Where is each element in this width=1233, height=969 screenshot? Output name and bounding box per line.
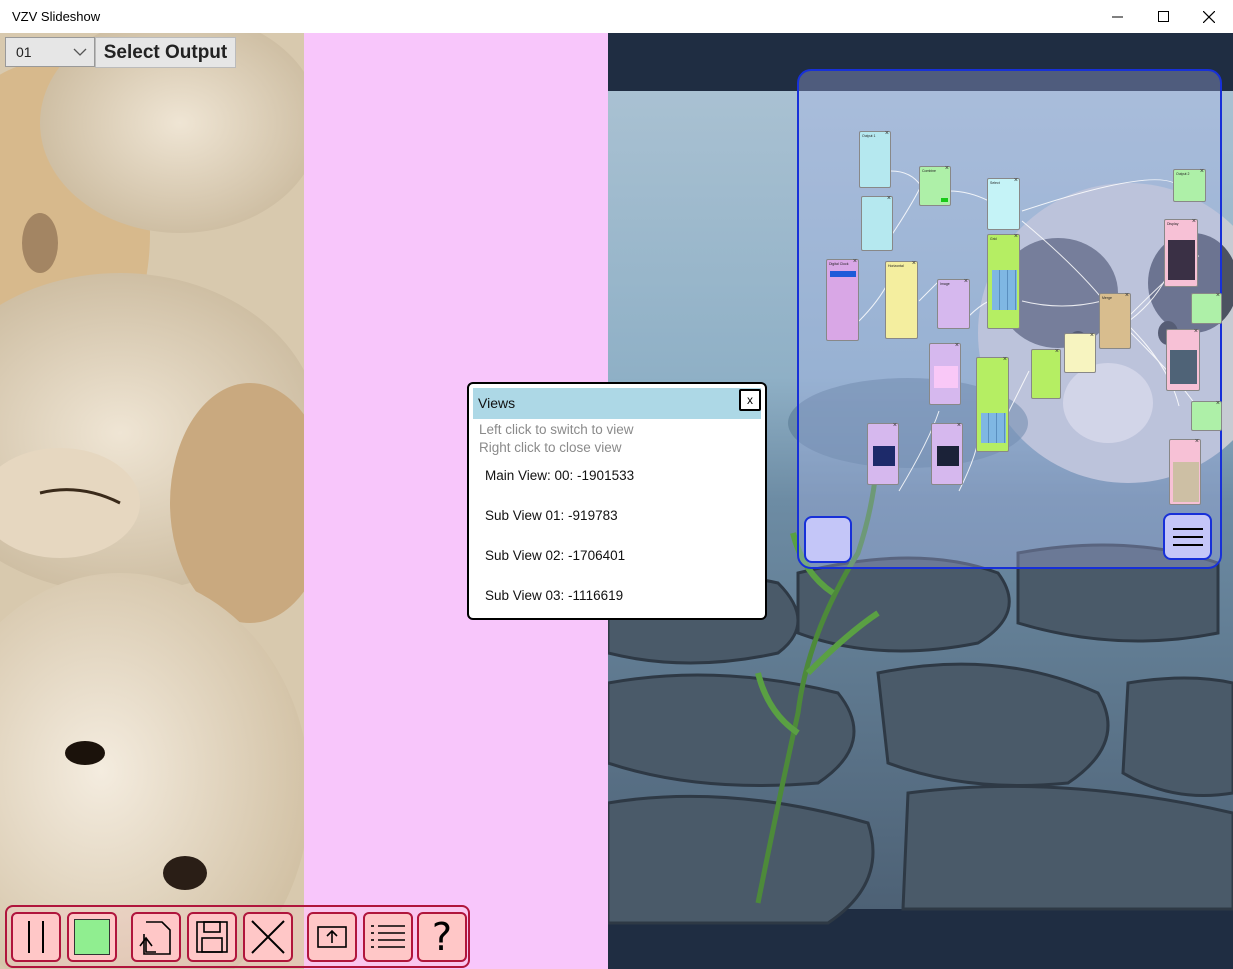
- node-merge-input[interactable]: ×: [1064, 332, 1096, 373]
- share-screen-icon: [317, 926, 347, 948]
- pause-icon: [28, 921, 44, 953]
- node-output-1b[interactable]: ×: [861, 195, 893, 251]
- view-item-sub-02[interactable]: Sub View 02: -1706401: [485, 548, 625, 563]
- title-bar: VZV Slideshow: [0, 0, 1233, 33]
- maximize-icon: [1157, 11, 1169, 22]
- node-display-3[interactable]: ×: [1169, 438, 1201, 505]
- select-output-button[interactable]: Select Output: [95, 37, 236, 68]
- node-display-2[interactable]: ×: [1166, 328, 1200, 391]
- view-item-sub-03[interactable]: Sub View 03: -1116619: [485, 588, 623, 603]
- help-button[interactable]: ?: [417, 912, 467, 962]
- maximize-button[interactable]: [1140, 0, 1186, 33]
- close-window-button[interactable]: [1186, 0, 1232, 33]
- node-grid-2[interactable]: ×: [1031, 348, 1061, 399]
- views-hint-left: Left click to switch to view: [479, 422, 634, 437]
- open-icon: [139, 921, 171, 955]
- bottom-toolbar: ?: [5, 905, 470, 968]
- window-title: VZV Slideshow: [12, 9, 101, 24]
- view-item-main[interactable]: Main View: 00: -1901533: [485, 468, 634, 483]
- node-horizontal[interactable]: × Horizontal: [885, 260, 918, 339]
- node-digital-clock[interactable]: × Digital Clock: [826, 258, 859, 341]
- node-image-1[interactable]: × Image: [937, 278, 970, 329]
- color-button[interactable]: [67, 912, 117, 962]
- minimize-icon: [1111, 16, 1123, 18]
- node-output-2[interactable]: × Output 2: [1173, 168, 1206, 202]
- left-output-image[interactable]: 01 Select Output: [0, 33, 304, 969]
- node-image-4[interactable]: ×: [931, 422, 963, 485]
- save-button[interactable]: [187, 912, 237, 962]
- output-button[interactable]: [307, 912, 357, 962]
- node-display-1[interactable]: × Display: [1164, 218, 1198, 287]
- minimize-button[interactable]: [1094, 0, 1140, 33]
- view-item-sub-01[interactable]: Sub View 01: -919783: [485, 508, 618, 523]
- puppies-image: [0, 33, 304, 969]
- chevron-down-icon: [73, 48, 87, 56]
- main-content: 01 Select Output × Output 1 × × Combine …: [0, 33, 1233, 969]
- list-icon: [371, 925, 405, 948]
- hamburger-icon: [1172, 527, 1203, 546]
- close-icon: [1203, 10, 1215, 23]
- open-folder-button[interactable]: [131, 912, 181, 962]
- node-output-3[interactable]: ×: [1191, 292, 1222, 324]
- views-hint-right: Right click to close view: [479, 440, 622, 455]
- node-merge[interactable]: × Merge: [1099, 292, 1131, 349]
- node-select[interactable]: × Select: [987, 177, 1020, 230]
- node-output-4[interactable]: ×: [1191, 400, 1222, 431]
- help-icon: ?: [431, 915, 453, 959]
- node-output-1[interactable]: × Output 1: [859, 130, 891, 188]
- output-select[interactable]: 01: [5, 37, 95, 67]
- node-image-3[interactable]: ×: [867, 422, 899, 485]
- pause-button[interactable]: [11, 912, 61, 962]
- node-grid-3[interactable]: ×: [976, 356, 1009, 452]
- overlay-menu-button[interactable]: [1163, 513, 1212, 560]
- clear-button[interactable]: [243, 912, 293, 962]
- views-close-button[interactable]: x: [739, 389, 761, 411]
- list-button[interactable]: [363, 912, 413, 962]
- output-select-value: 01: [16, 44, 32, 60]
- green-square-icon: [74, 919, 110, 955]
- node-graph-overlay[interactable]: × Output 1 × × Combine × Select × Grid × Digi…: [797, 69, 1222, 569]
- node-image-2[interactable]: ×: [929, 342, 961, 405]
- node-combine[interactable]: × Combine: [919, 165, 951, 206]
- overlay-square-button[interactable]: [804, 516, 852, 563]
- close-icon: [251, 920, 285, 954]
- save-icon: [196, 921, 228, 953]
- node-grid-1[interactable]: × Grid: [987, 233, 1020, 329]
- views-header: Views: [473, 388, 761, 419]
- views-panel: Views x Left click to switch to view Rig…: [467, 382, 767, 620]
- views-title: Views: [478, 395, 516, 411]
